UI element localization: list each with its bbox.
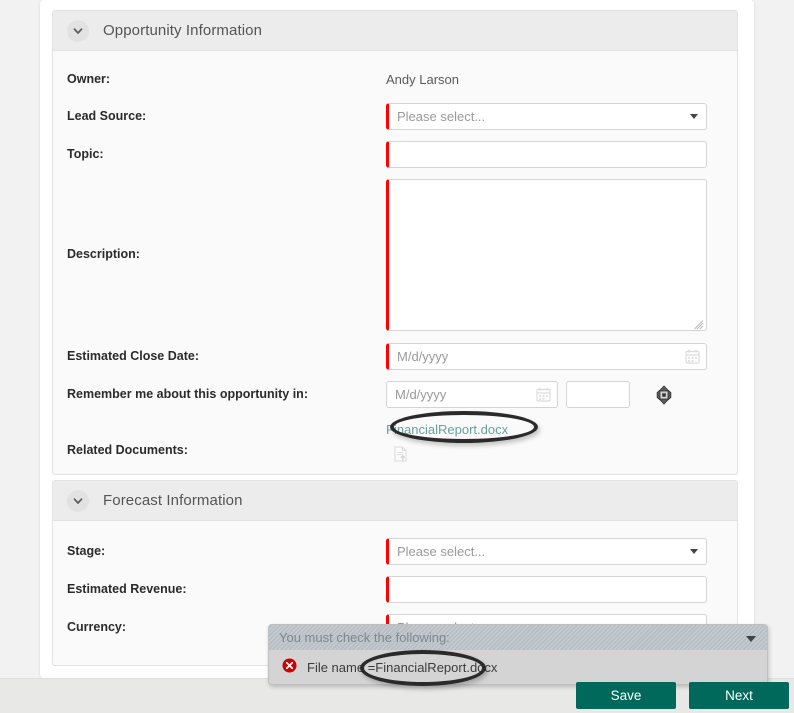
- estimated-revenue-input[interactable]: [386, 576, 707, 603]
- section-opportunity-header[interactable]: Opportunity Information: [53, 11, 737, 51]
- owner-label: Owner:: [67, 72, 111, 86]
- estimated-close-date-label: Estimated Close Date:: [67, 349, 199, 363]
- field-row-description: Description:: [53, 179, 737, 331]
- section-opportunity-information: Opportunity Information Owner: Andy Lars…: [52, 10, 738, 475]
- validation-message-text: File name =FinancialReport.docx: [307, 659, 498, 675]
- section-opportunity-title: Opportunity Information: [103, 22, 263, 39]
- document-upload-icon[interactable]: [394, 446, 737, 465]
- field-row-estimated-revenue: Estimated Revenue:: [53, 576, 737, 603]
- chevron-down-icon[interactable]: [67, 489, 89, 512]
- error-circle-icon: [282, 658, 297, 676]
- form-page-card: Opportunity Information Owner: Andy Lars…: [40, 0, 754, 678]
- estimated-close-date-input[interactable]: [386, 343, 707, 370]
- estimated-revenue-label: Estimated Revenue:: [67, 582, 187, 596]
- related-documents-label: Related Documents:: [67, 443, 188, 457]
- section-opportunity-body: Owner: Andy Larson Lead Source: Topic:: [53, 72, 737, 465]
- remember-me-amount-input[interactable]: [565, 381, 630, 408]
- remember-me-label: Remember me about this opportunity in:: [67, 387, 308, 401]
- section-forecast-title: Forecast Information: [103, 492, 243, 509]
- stage-select[interactable]: [386, 538, 707, 565]
- validation-popup-body: File name =FinancialReport.docx: [269, 650, 767, 684]
- topic-input[interactable]: [386, 141, 707, 168]
- section-forecast-header[interactable]: Forecast Information: [53, 481, 737, 521]
- stage-label: Stage:: [67, 544, 106, 558]
- remember-me-date-input[interactable]: [386, 381, 558, 408]
- validation-popup-header[interactable]: You must check the following:: [269, 625, 767, 650]
- description-textarea[interactable]: [386, 179, 707, 331]
- field-row-remember-me: Remember me about this opportunity in:: [53, 381, 737, 408]
- save-button[interactable]: Save: [576, 682, 676, 709]
- validation-popup: You must check the following: File name …: [268, 624, 768, 685]
- field-row-owner: Owner: Andy Larson: [53, 72, 737, 87]
- field-row-stage: Stage:: [53, 538, 737, 565]
- field-row-estimated-close-date: Estimated Close Date:: [53, 343, 737, 370]
- chevron-down-icon[interactable]: [746, 636, 756, 642]
- field-row-related-documents: Related Documents: FinancialReport.docx: [53, 422, 737, 465]
- chevron-down-icon[interactable]: [67, 19, 89, 42]
- owner-value: Andy Larson: [386, 72, 459, 87]
- field-row-lead-source: Lead Source:: [53, 103, 737, 130]
- field-row-topic: Topic:: [53, 141, 737, 168]
- validation-popup-title: You must check the following:: [279, 630, 450, 645]
- topic-label: Topic:: [67, 147, 104, 161]
- move-handle-icon[interactable]: [654, 385, 674, 408]
- related-document-link[interactable]: FinancialReport.docx: [386, 422, 508, 437]
- lead-source-label: Lead Source:: [67, 109, 147, 123]
- description-label: Description:: [67, 247, 140, 261]
- lead-source-select[interactable]: [386, 103, 707, 130]
- next-button[interactable]: Next: [689, 682, 789, 709]
